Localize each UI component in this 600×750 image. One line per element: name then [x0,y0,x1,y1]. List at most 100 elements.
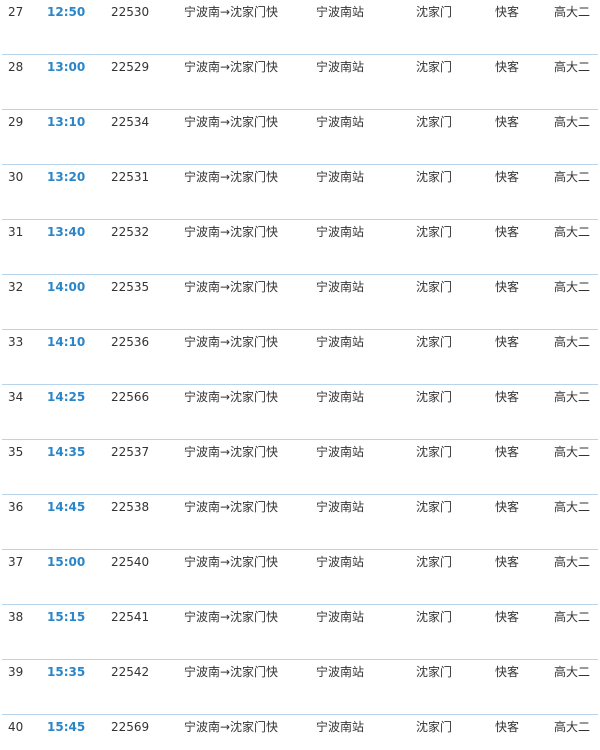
origin-station: 宁波南站 [316,60,365,74]
row-number: 35 [8,445,24,459]
table-row: 27 12:50 22530 宁波南→沈家门快 宁波南站 沈家门 快客 高大二 [0,0,600,55]
table-row: 34 14:25 22566 宁波南→沈家门快 宁波南站 沈家门 快客 高大二 [0,385,600,440]
row-number: 32 [8,280,24,294]
departure-time: 14:35 [47,445,86,459]
vehicle-class: 高大二 [554,610,591,624]
route-name: 宁波南→沈家门快 [184,280,279,294]
table-row: 31 13:40 22532 宁波南→沈家门快 宁波南站 沈家门 快客 高大二 [0,220,600,275]
vehicle-class: 高大二 [554,555,591,569]
destination: 沈家门 [416,500,453,514]
service-type: 快客 [495,225,520,239]
route-name: 宁波南→沈家门快 [184,390,279,404]
route-name: 宁波南→沈家门快 [184,500,279,514]
destination: 沈家门 [416,335,453,349]
service-type: 快客 [495,280,520,294]
service-type: 快客 [495,445,520,459]
trip-code: 22531 [111,170,150,184]
destination: 沈家门 [416,115,453,129]
vehicle-class: 高大二 [554,5,591,19]
destination: 沈家门 [416,665,453,679]
origin-station: 宁波南站 [316,665,365,679]
vehicle-class: 高大二 [554,390,591,404]
service-type: 快客 [495,555,520,569]
destination: 沈家门 [416,280,453,294]
vehicle-class: 高大二 [554,500,591,514]
origin-station: 宁波南站 [316,5,365,19]
trip-code: 22541 [111,610,150,624]
route-name: 宁波南→沈家门快 [184,665,279,679]
origin-station: 宁波南站 [316,555,365,569]
destination: 沈家门 [416,390,453,404]
row-number: 29 [8,115,24,129]
destination: 沈家门 [416,445,453,459]
row-number: 28 [8,60,24,74]
route-name: 宁波南→沈家门快 [184,555,279,569]
origin-station: 宁波南站 [316,390,365,404]
departure-time: 13:00 [47,60,86,74]
origin-station: 宁波南站 [316,170,365,184]
trip-code: 22535 [111,280,150,294]
service-type: 快客 [495,500,520,514]
departure-time: 14:25 [47,390,86,404]
service-type: 快客 [495,610,520,624]
route-name: 宁波南→沈家门快 [184,335,279,349]
vehicle-class: 高大二 [554,280,591,294]
origin-station: 宁波南站 [316,335,365,349]
trip-code: 22529 [111,60,150,74]
table-row: 28 13:00 22529 宁波南→沈家门快 宁波南站 沈家门 快客 高大二 [0,55,600,110]
row-number: 33 [8,335,24,349]
vehicle-class: 高大二 [554,60,591,74]
destination: 沈家门 [416,225,453,239]
origin-station: 宁波南站 [316,445,365,459]
bus-schedule-table: 27 12:50 22530 宁波南→沈家门快 宁波南站 沈家门 快客 高大二 … [0,0,600,750]
service-type: 快客 [495,170,520,184]
route-name: 宁波南→沈家门快 [184,720,279,734]
trip-code: 22536 [111,335,150,349]
table-row: 36 14:45 22538 宁波南→沈家门快 宁波南站 沈家门 快客 高大二 [0,495,600,550]
vehicle-class: 高大二 [554,170,591,184]
table-row: 29 13:10 22534 宁波南→沈家门快 宁波南站 沈家门 快客 高大二 [0,110,600,165]
row-number: 38 [8,610,24,624]
trip-code: 22566 [111,390,150,404]
vehicle-class: 高大二 [554,720,591,734]
table-row: 35 14:35 22537 宁波南→沈家门快 宁波南站 沈家门 快客 高大二 [0,440,600,495]
service-type: 快客 [495,5,520,19]
route-name: 宁波南→沈家门快 [184,445,279,459]
trip-code: 22530 [111,5,150,19]
row-number: 39 [8,665,24,679]
route-name: 宁波南→沈家门快 [184,610,279,624]
route-name: 宁波南→沈家门快 [184,225,279,239]
departure-time: 13:20 [47,170,86,184]
service-type: 快客 [495,115,520,129]
service-type: 快客 [495,335,520,349]
row-number: 34 [8,390,24,404]
departure-time: 13:40 [47,225,86,239]
origin-station: 宁波南站 [316,280,365,294]
trip-code: 22542 [111,665,150,679]
trip-code: 22534 [111,115,150,129]
service-type: 快客 [495,665,520,679]
origin-station: 宁波南站 [316,115,365,129]
row-number: 31 [8,225,24,239]
service-type: 快客 [495,390,520,404]
departure-time: 14:45 [47,500,86,514]
table-row: 40 15:45 22569 宁波南→沈家门快 宁波南站 沈家门 快客 高大二 [0,715,600,750]
route-name: 宁波南→沈家门快 [184,5,279,19]
origin-station: 宁波南站 [316,500,365,514]
departure-time: 15:15 [47,610,86,624]
vehicle-class: 高大二 [554,335,591,349]
service-type: 快客 [495,60,520,74]
row-number: 30 [8,170,24,184]
departure-time: 15:45 [47,720,86,734]
origin-station: 宁波南站 [316,225,365,239]
table-row: 38 15:15 22541 宁波南→沈家门快 宁波南站 沈家门 快客 高大二 [0,605,600,660]
service-type: 快客 [495,720,520,734]
route-name: 宁波南→沈家门快 [184,115,279,129]
vehicle-class: 高大二 [554,115,591,129]
departure-time: 14:00 [47,280,86,294]
origin-station: 宁波南站 [316,720,365,734]
trip-code: 22532 [111,225,150,239]
departure-time: 14:10 [47,335,86,349]
trip-code: 22538 [111,500,150,514]
destination: 沈家门 [416,610,453,624]
